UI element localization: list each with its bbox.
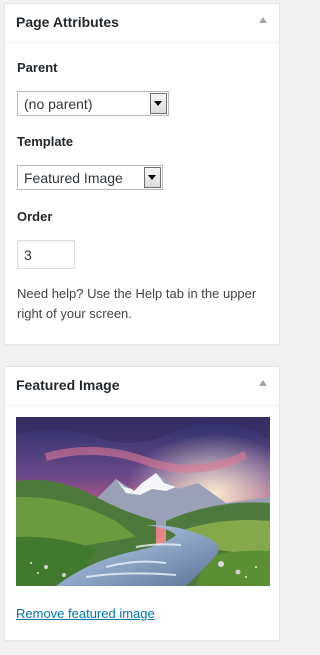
template-select[interactable]: Featured Image bbox=[17, 165, 163, 190]
featured-image-thumbnail[interactable] bbox=[16, 417, 270, 586]
parent-select-value: (no parent) bbox=[24, 96, 93, 112]
help-text: Need help? Use the Help tab in the upper… bbox=[17, 286, 257, 321]
template-label: Template bbox=[17, 134, 74, 149]
template-select-value: Featured Image bbox=[24, 170, 123, 186]
featured-image-title: Featured Image bbox=[16, 377, 120, 393]
chevron-down-icon bbox=[144, 167, 161, 188]
remove-featured-image-link[interactable]: Remove featured image bbox=[16, 606, 155, 621]
featured-image-box: Featured Image Remove featured image bbox=[4, 366, 280, 641]
page-attributes-header[interactable]: Page Attributes bbox=[5, 4, 279, 43]
order-label: Order bbox=[17, 209, 53, 224]
chevron-down-icon bbox=[150, 93, 167, 114]
featured-image-header[interactable]: Featured Image bbox=[5, 367, 279, 406]
page-attributes-box: Page Attributes Parent (no parent) Templ… bbox=[4, 3, 280, 345]
parent-label: Parent bbox=[17, 60, 58, 75]
order-input[interactable]: 3 bbox=[17, 240, 75, 269]
collapse-toggle-icon[interactable] bbox=[259, 380, 267, 386]
parent-select[interactable]: (no parent) bbox=[17, 91, 169, 116]
page-attributes-title: Page Attributes bbox=[16, 14, 119, 30]
order-input-value: 3 bbox=[24, 247, 32, 263]
collapse-toggle-icon[interactable] bbox=[259, 17, 267, 23]
